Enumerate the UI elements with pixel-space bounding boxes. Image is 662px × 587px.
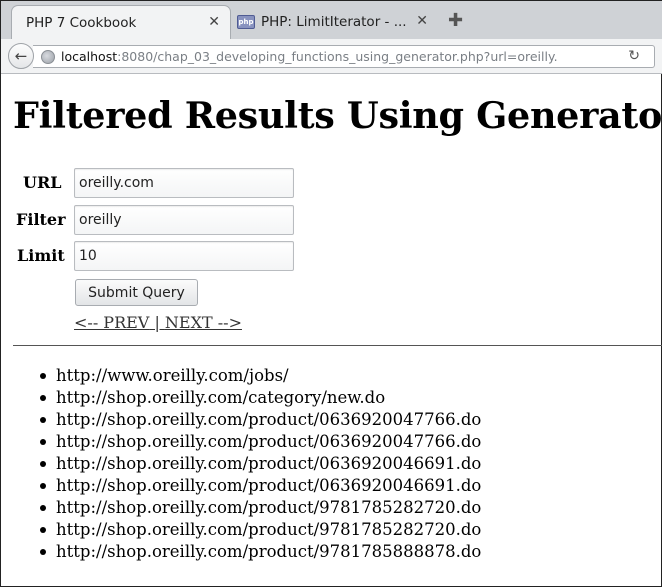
address-bar[interactable]: localhost:8080/chap_03_developing_functi… — [33, 45, 655, 68]
limit-row: Limit 10 — [1, 241, 321, 271]
url-host: localhost — [61, 49, 118, 64]
tab-strip: PHP 7 Cookbook ✕ php PHP: LimitIterator … — [1, 1, 662, 40]
limit-label: Limit — [17, 246, 65, 265]
url-path: :8080/chap_03_developing_functions_using… — [117, 49, 558, 64]
new-tab-plus-icon[interactable]: ✚ — [448, 10, 463, 31]
tab-title: PHP 7 Cookbook — [26, 14, 137, 31]
filter-label: Filter — [16, 210, 66, 229]
url-input[interactable]: oreilly.com — [74, 168, 294, 198]
list-item: http://shop.oreilly.com/product/06369200… — [39, 476, 482, 495]
prev-link[interactable]: <-- PREV — [74, 313, 149, 332]
reload-icon[interactable]: ↻ — [628, 48, 640, 64]
results-list: http://www.oreilly.com/jobs/ http://shop… — [39, 365, 482, 563]
tab-php7-cookbook[interactable]: PHP 7 Cookbook ✕ — [11, 5, 231, 39]
close-tab-icon[interactable]: ✕ — [208, 14, 220, 30]
submit-query-button[interactable]: Submit Query — [75, 279, 198, 306]
close-tab-icon[interactable]: ✕ — [416, 13, 428, 29]
list-item: http://shop.oreilly.com/product/06369200… — [39, 454, 482, 473]
pager: <-- PREV | NEXT --> — [74, 313, 242, 332]
list-item: http://shop.oreilly.com/product/97817852… — [39, 498, 482, 517]
list-item: http://shop.oreilly.com/product/97817858… — [39, 542, 482, 561]
tab-title: PHP: LimitIterator - ... — [261, 14, 407, 30]
url-row: URL oreilly.com — [1, 168, 321, 198]
globe-icon — [41, 49, 55, 64]
horizontal-rule — [13, 345, 662, 346]
filter-input[interactable]: oreilly — [74, 205, 294, 235]
list-item: http://shop.oreilly.com/category/new.do — [39, 387, 481, 409]
list-item: http://shop.oreilly.com/product/06369200… — [39, 410, 482, 429]
tab-limititerator[interactable]: php PHP: LimitIterator - ... ✕ — [233, 5, 438, 39]
page-title: Filtered Results Using Generator — [13, 94, 662, 137]
url-label: URL — [23, 173, 62, 192]
list-item: http://shop.oreilly.com/product/97817852… — [39, 520, 482, 539]
php-favicon-icon: php — [237, 15, 255, 29]
list-item: http://www.oreilly.com/jobs/ — [39, 365, 481, 387]
pager-separator[interactable]: | — [149, 313, 165, 332]
back-arrow-icon: ← — [14, 47, 28, 65]
next-link[interactable]: NEXT --> — [165, 313, 242, 332]
navigation-bar: localhost:8080/chap_03_developing_functi… — [1, 39, 662, 74]
filter-row: Filter oreilly — [1, 205, 321, 235]
list-item: http://shop.oreilly.com/product/06369200… — [39, 432, 482, 451]
back-button[interactable]: ← — [8, 43, 34, 69]
limit-input[interactable]: 10 — [74, 241, 294, 271]
